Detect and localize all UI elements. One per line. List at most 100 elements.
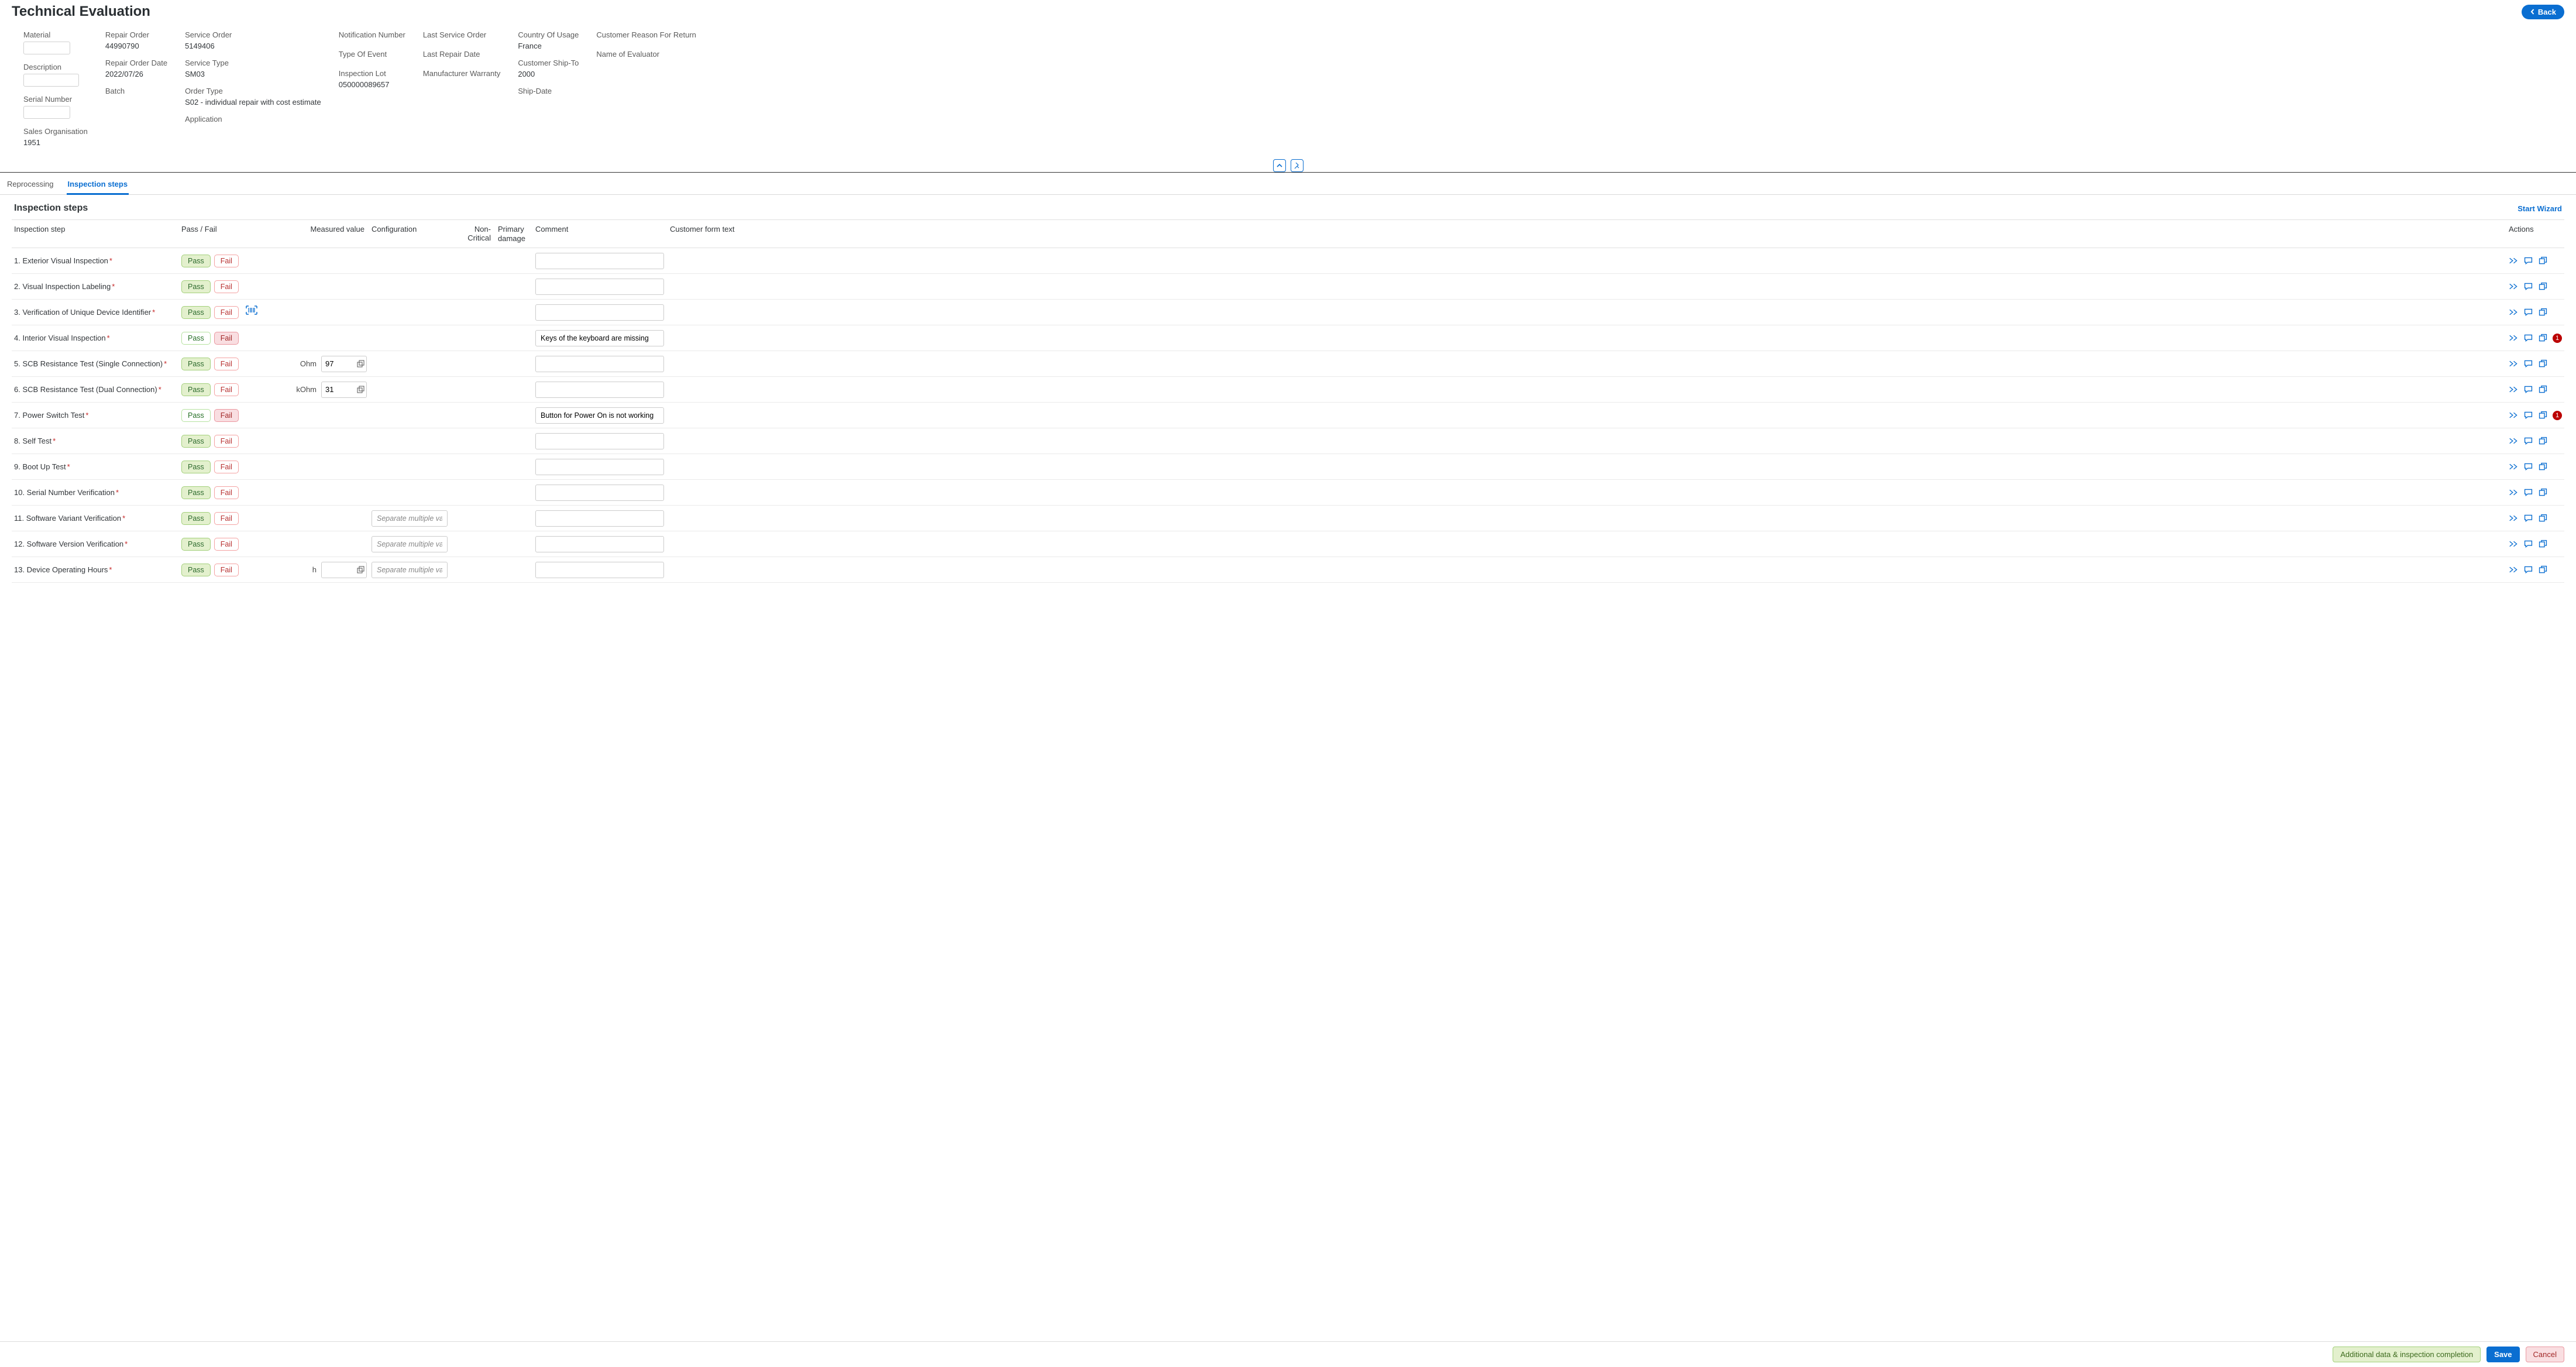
pass-button[interactable]: Pass — [181, 409, 211, 422]
copy-icon[interactable] — [2538, 539, 2548, 549]
additional-data-button[interactable]: Additional data & inspection completion — [2333, 1347, 2481, 1362]
copy-icon[interactable] — [2538, 436, 2548, 446]
copy-icon[interactable] — [2538, 565, 2548, 575]
popout-icon[interactable] — [356, 360, 364, 368]
comment-input[interactable] — [535, 382, 664, 398]
copy-icon[interactable] — [2538, 256, 2548, 266]
back-button[interactable]: Back — [2522, 5, 2564, 19]
skip-icon[interactable] — [2509, 359, 2519, 369]
copy-icon[interactable] — [2538, 410, 2548, 420]
comment-cell — [535, 485, 670, 501]
configuration-input[interactable] — [372, 562, 448, 578]
fail-button[interactable]: Fail — [214, 280, 239, 293]
comment-input[interactable] — [535, 485, 664, 501]
pass-button[interactable]: Pass — [181, 332, 211, 345]
skip-icon[interactable] — [2509, 513, 2519, 523]
skip-icon[interactable] — [2509, 307, 2519, 317]
order-type-value: S02 - individual repair with cost estima… — [185, 98, 321, 107]
copy-icon[interactable] — [2538, 359, 2548, 369]
fail-button[interactable]: Fail — [214, 461, 239, 473]
comment-icon[interactable] — [2523, 307, 2533, 317]
comment-icon[interactable] — [2523, 359, 2533, 369]
pass-button[interactable]: Pass — [181, 358, 211, 370]
description-input[interactable] — [23, 74, 79, 87]
configuration-input[interactable] — [372, 510, 448, 527]
tab-inspection-steps[interactable]: Inspection steps — [67, 176, 129, 195]
comment-input[interactable] — [535, 330, 664, 346]
comment-icon[interactable] — [2523, 410, 2533, 420]
comment-input[interactable] — [535, 562, 664, 578]
skip-icon[interactable] — [2509, 256, 2519, 266]
fail-button[interactable]: Fail — [214, 383, 239, 396]
comment-input[interactable] — [535, 459, 664, 475]
pass-button[interactable]: Pass — [181, 564, 211, 576]
skip-icon[interactable] — [2509, 384, 2519, 394]
comment-icon[interactable] — [2523, 539, 2533, 549]
barcode-icon[interactable] — [246, 305, 257, 315]
popout-icon[interactable] — [356, 566, 364, 574]
save-button[interactable]: Save — [2486, 1347, 2519, 1362]
skip-icon[interactable] — [2509, 462, 2519, 472]
pin-button[interactable] — [1291, 159, 1304, 172]
pass-button[interactable]: Pass — [181, 486, 211, 499]
comment-icon[interactable] — [2523, 462, 2533, 472]
comment-icon[interactable] — [2523, 436, 2533, 446]
fail-button[interactable]: Fail — [214, 332, 239, 345]
popout-icon[interactable] — [356, 386, 364, 394]
copy-icon[interactable] — [2538, 462, 2548, 472]
skip-icon[interactable] — [2509, 436, 2519, 446]
comment-icon[interactable] — [2523, 256, 2533, 266]
pass-button[interactable]: Pass — [181, 306, 211, 319]
comment-input[interactable] — [535, 279, 664, 295]
comment-input[interactable] — [535, 407, 664, 424]
comment-input[interactable] — [535, 433, 664, 449]
fail-button[interactable]: Fail — [214, 435, 239, 448]
comment-icon[interactable] — [2523, 281, 2533, 291]
fail-button[interactable]: Fail — [214, 255, 239, 267]
material-input[interactable] — [23, 42, 70, 54]
copy-icon[interactable] — [2538, 281, 2548, 291]
start-wizard-link[interactable]: Start Wizard — [2517, 204, 2562, 213]
comment-input[interactable] — [535, 253, 664, 269]
collapse-button[interactable] — [1273, 159, 1286, 172]
skip-icon[interactable] — [2509, 487, 2519, 497]
fail-button[interactable]: Fail — [214, 358, 239, 370]
copy-icon[interactable] — [2538, 384, 2548, 394]
skip-icon[interactable] — [2509, 565, 2519, 575]
step-name: 3. Verification of Unique Device Identif… — [12, 308, 181, 317]
comment-input[interactable] — [535, 356, 664, 372]
copy-icon[interactable] — [2538, 307, 2548, 317]
comment-input[interactable] — [535, 510, 664, 527]
fail-button[interactable]: Fail — [214, 306, 239, 319]
copy-icon[interactable] — [2538, 513, 2548, 523]
fail-button[interactable]: Fail — [214, 564, 239, 576]
serial-number-input[interactable] — [23, 106, 70, 119]
fail-button[interactable]: Fail — [214, 512, 239, 525]
pass-button[interactable]: Pass — [181, 512, 211, 525]
comment-icon[interactable] — [2523, 384, 2533, 394]
cancel-button[interactable]: Cancel — [2526, 1347, 2564, 1362]
skip-icon[interactable] — [2509, 539, 2519, 549]
comment-icon[interactable] — [2523, 513, 2533, 523]
comment-input[interactable] — [535, 536, 664, 552]
skip-icon[interactable] — [2509, 281, 2519, 291]
fail-button[interactable]: Fail — [214, 486, 239, 499]
pass-button[interactable]: Pass — [181, 383, 211, 396]
pass-button[interactable]: Pass — [181, 461, 211, 473]
pass-button[interactable]: Pass — [181, 538, 211, 551]
skip-icon[interactable] — [2509, 333, 2519, 343]
configuration-input[interactable] — [372, 536, 448, 552]
fail-button[interactable]: Fail — [214, 538, 239, 551]
copy-icon[interactable] — [2538, 487, 2548, 497]
comment-icon[interactable] — [2523, 487, 2533, 497]
pass-button[interactable]: Pass — [181, 255, 211, 267]
comment-icon[interactable] — [2523, 333, 2533, 343]
pass-button[interactable]: Pass — [181, 435, 211, 448]
tab-reprocessing[interactable]: Reprocessing — [6, 176, 55, 194]
comment-input[interactable] — [535, 304, 664, 321]
skip-icon[interactable] — [2509, 410, 2519, 420]
copy-icon[interactable] — [2538, 333, 2548, 343]
fail-button[interactable]: Fail — [214, 409, 239, 422]
pass-button[interactable]: Pass — [181, 280, 211, 293]
comment-icon[interactable] — [2523, 565, 2533, 575]
